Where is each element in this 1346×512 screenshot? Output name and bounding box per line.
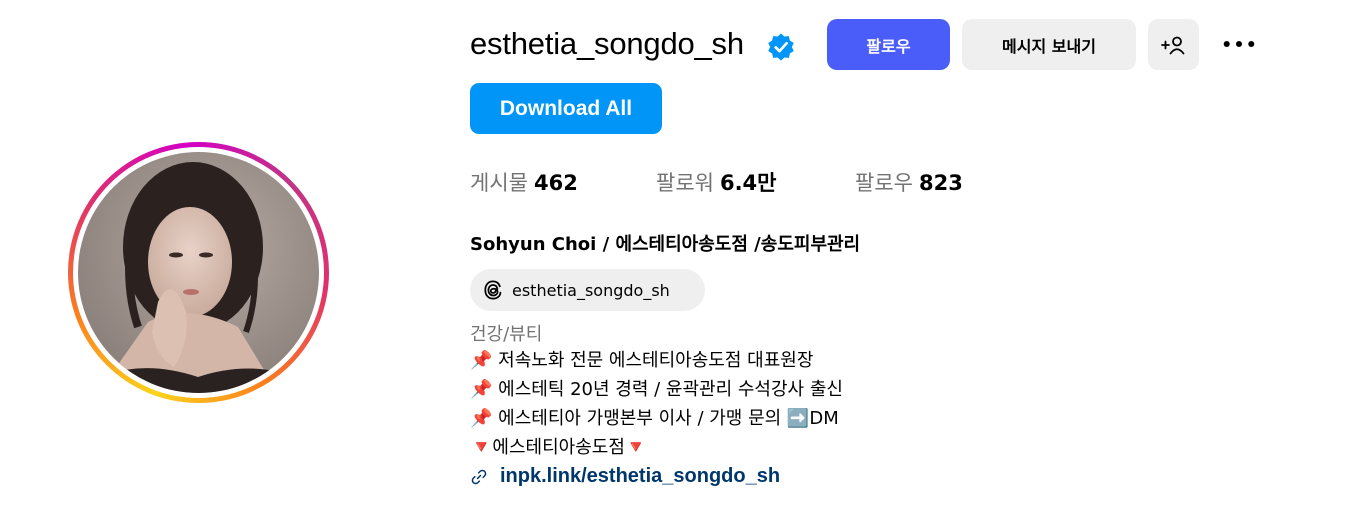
profile-avatar-ring[interactable]: [68, 142, 329, 403]
add-person-icon: [1160, 36, 1184, 54]
stat-followers[interactable]: 팔로워 6.4만: [656, 167, 777, 197]
more-horizontal-icon: [1223, 40, 1255, 48]
suggest-similar-accounts-button[interactable]: [1148, 19, 1199, 70]
verified-badge-icon: [768, 33, 794, 61]
more-options-button[interactable]: [1216, 28, 1262, 60]
threads-handle: esthetia_songdo_sh: [512, 280, 670, 300]
profile-username: esthetia_songdo_sh: [470, 26, 744, 61]
stat-following-value: 823: [918, 171, 963, 195]
profile-bio: 📌 저속노화 전문 에스테티아송도점 대표원장 📌 에스테틱 20년 경력 / …: [470, 346, 843, 462]
stat-posts-value: 462: [533, 171, 578, 195]
profile-full-name: Sohyun Choi / 에스테티아송도점 /송도피부관리: [470, 234, 861, 255]
stat-followers-label: 팔로워: [656, 171, 714, 195]
avatar-portrait-image: [78, 162, 319, 393]
external-link-row[interactable]: inpk.link/esthetia_songdo_sh: [470, 465, 780, 488]
download-all-button[interactable]: Download All: [470, 83, 662, 134]
stat-following-label: 팔로우: [855, 171, 913, 195]
threads-icon: [484, 280, 502, 300]
profile-category: 건강/뷰티: [470, 324, 543, 345]
bio-line: 📌 에스테티아 가맹본부 이사 / 가맹 문의 ➡️DM: [470, 408, 839, 429]
stat-following[interactable]: 팔로우 823: [855, 167, 963, 197]
bio-line: 📌 저속노화 전문 에스테티아송도점 대표원장: [470, 350, 814, 371]
bio-line: 📌 에스테틱 20년 경력 / 윤곽관리 수석강사 출신: [470, 379, 843, 400]
link-icon: [471, 469, 487, 484]
threads-profile-link[interactable]: esthetia_songdo_sh: [470, 269, 705, 311]
message-button[interactable]: 메시지 보내기: [962, 19, 1136, 70]
profile-avatar[interactable]: [78, 152, 319, 393]
external-link[interactable]: inpk.link/esthetia_songdo_sh: [500, 465, 780, 488]
follow-button[interactable]: 팔로우: [827, 19, 950, 70]
stat-posts-label: 게시물: [470, 171, 528, 195]
stat-followers-value: 6.4만: [719, 171, 777, 195]
bio-line: 🔻에스테티아송도점🔻: [470, 437, 648, 458]
stat-posts: 게시물 462: [470, 167, 578, 197]
